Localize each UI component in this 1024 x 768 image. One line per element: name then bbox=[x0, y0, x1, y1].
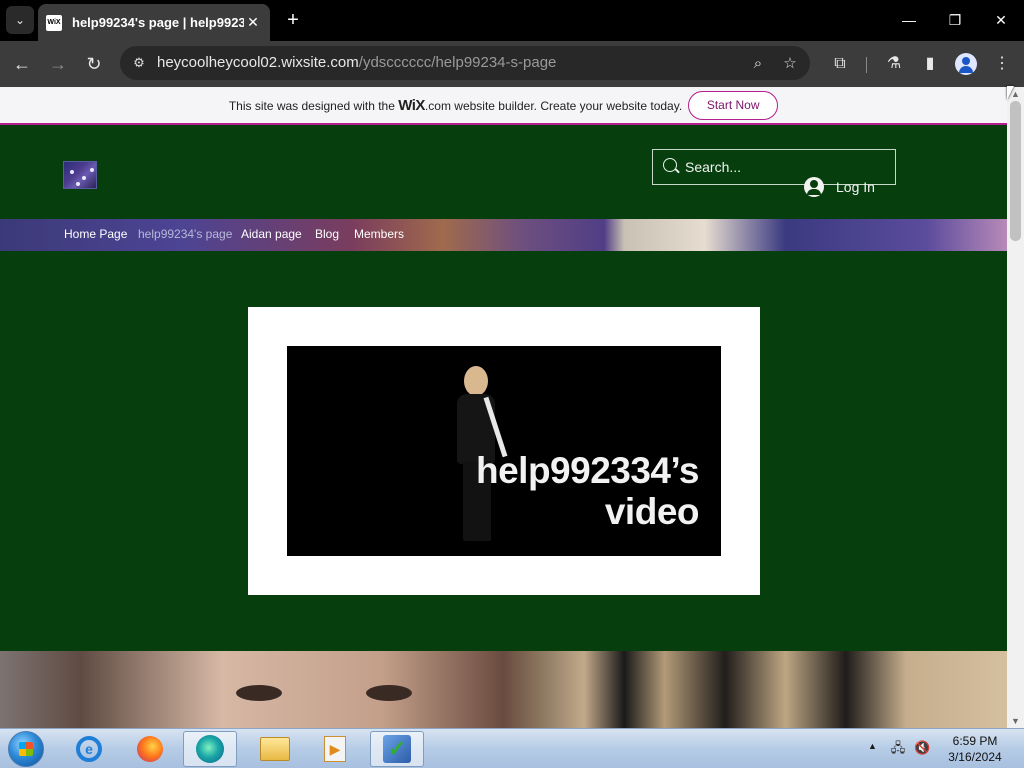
page-scrollbar[interactable]: ▲ ▼ bbox=[1007, 87, 1024, 728]
search-placeholder: Search... bbox=[685, 159, 742, 175]
start-now-button[interactable]: Start Now bbox=[688, 90, 779, 120]
address-bar[interactable]: ⚙ heycoolheycool02.wixsite.com/ydscccccc… bbox=[120, 46, 810, 80]
url-text[interactable]: heycoolheycool02.wixsite.com/ydscccccc/h… bbox=[157, 54, 556, 71]
clock-date: 3/16/2024 bbox=[948, 750, 1002, 764]
banner-text: This site was designed with the WiX.com … bbox=[229, 97, 682, 114]
nav-blog[interactable]: Blog bbox=[315, 227, 339, 241]
taskbar-edge[interactable] bbox=[183, 731, 237, 767]
maximize-button[interactable]: ❐ bbox=[940, 8, 970, 32]
tab-search-button[interactable]: ⌄ bbox=[6, 6, 34, 34]
star-icon[interactable]: ☆ bbox=[779, 53, 801, 75]
taskbar-file-explorer[interactable] bbox=[248, 731, 302, 767]
active-tab[interactable]: WiX help99234's page | help99233 ✕ bbox=[38, 4, 270, 41]
nav-aidan-page[interactable]: Aidan page bbox=[241, 227, 302, 241]
zoom-icon[interactable]: ⌕ bbox=[747, 53, 769, 75]
banner-text-before: This site was designed with the bbox=[228, 98, 399, 113]
media-player-icon: ▶ bbox=[324, 736, 346, 762]
logo-star bbox=[90, 168, 94, 172]
login-button[interactable]: Log In bbox=[804, 177, 875, 197]
wix-logo[interactable]: WiX bbox=[398, 97, 425, 114]
video-title-line1: help992334’s bbox=[475, 450, 700, 491]
scroll-down-arrow-icon[interactable]: ▼ bbox=[1011, 716, 1020, 726]
taskbar-checklist-app[interactable]: ✓ bbox=[370, 731, 424, 767]
video-player[interactable]: help992334’s video bbox=[287, 346, 721, 556]
logo-star bbox=[70, 170, 74, 174]
back-button[interactable]: ← bbox=[9, 51, 35, 77]
file-explorer-icon bbox=[260, 737, 290, 761]
forward-button[interactable]: → bbox=[45, 51, 71, 77]
photo-eye bbox=[366, 685, 412, 701]
start-button[interactable] bbox=[8, 731, 44, 767]
search-icon bbox=[663, 158, 677, 172]
person-head bbox=[464, 366, 488, 396]
network-icon[interactable]: 🖧 bbox=[890, 740, 906, 756]
mouse-cursor bbox=[1007, 86, 1014, 100]
site-logo[interactable] bbox=[63, 161, 97, 189]
site-header: Search... Log In bbox=[0, 127, 1007, 219]
photo-eye bbox=[236, 685, 282, 701]
edge-icon bbox=[196, 735, 224, 763]
site-nav-menu: Home Page help99234's page Aidan page Bl… bbox=[0, 219, 1007, 251]
page-viewport: This site was designed with the WiX.com … bbox=[0, 87, 1007, 728]
close-window-button[interactable]: ✕ bbox=[986, 8, 1016, 32]
wix-ad-banner: This site was designed with the WiX.com … bbox=[0, 87, 1007, 125]
internet-explorer-icon: e bbox=[76, 736, 102, 762]
video-frame: help992334’s video bbox=[248, 307, 760, 595]
extensions-icon[interactable]: ⧉ bbox=[827, 51, 853, 77]
labs-icon[interactable]: ⚗ bbox=[881, 51, 907, 77]
nav-members[interactable]: Members bbox=[354, 227, 404, 241]
profile-icon[interactable] bbox=[955, 53, 977, 75]
login-label: Log In bbox=[836, 179, 875, 195]
wix-favicon-icon: WiX bbox=[46, 14, 62, 31]
video-title: help992334’s video bbox=[475, 450, 700, 532]
checklist-app-icon: ✓ bbox=[383, 735, 411, 763]
tab-title: help99234's page | help99233 bbox=[72, 15, 244, 30]
site-info-icon[interactable]: ⚙ bbox=[130, 54, 148, 72]
show-hidden-icons-icon[interactable]: ▲ bbox=[868, 741, 877, 751]
minimize-button[interactable]: — bbox=[894, 8, 924, 32]
logo-star bbox=[76, 182, 80, 186]
taskbar-internet-explorer[interactable]: e bbox=[62, 731, 116, 767]
video-title-line2: video bbox=[604, 491, 700, 532]
user-avatar-icon bbox=[804, 177, 824, 197]
windows-taskbar: e ▶ ✓ ▲ 🖧 🔇 6:59 PM 3/16/2024 bbox=[0, 728, 1024, 768]
sidepanel-icon[interactable]: ▮ bbox=[917, 51, 943, 77]
url-path: /ydscccccc/help99234-s-page bbox=[358, 54, 557, 71]
browser-tab-bar: ⌄ WiX help99234's page | help99233 ✕ + —… bbox=[0, 0, 1024, 41]
toolbar-divider bbox=[866, 57, 867, 73]
taskbar-media-player[interactable]: ▶ bbox=[308, 731, 362, 767]
system-clock[interactable]: 6:59 PM 3/16/2024 bbox=[940, 733, 1010, 765]
photo-strip bbox=[0, 651, 1007, 728]
reload-button[interactable]: ↻ bbox=[81, 51, 107, 77]
firefox-icon bbox=[137, 736, 163, 762]
nav-help99234-page[interactable]: help99234's page bbox=[138, 227, 232, 241]
new-tab-button[interactable]: + bbox=[282, 8, 304, 32]
url-host: heycoolheycool02.wixsite.com bbox=[157, 54, 359, 71]
tab-close-icon[interactable]: ✕ bbox=[244, 14, 262, 31]
nav-home-page[interactable]: Home Page bbox=[64, 227, 127, 241]
banner-text-after: .com website builder. Create your websit… bbox=[424, 98, 683, 113]
volume-muted-icon[interactable]: 🔇 bbox=[914, 740, 930, 756]
menu-icon[interactable]: ⋮ bbox=[989, 51, 1015, 77]
taskbar-firefox[interactable] bbox=[123, 731, 177, 767]
browser-toolbar: ← → ↻ ⚙ heycoolheycool02.wixsite.com/yds… bbox=[0, 41, 1024, 87]
clock-time: 6:59 PM bbox=[952, 734, 998, 748]
scroll-thumb[interactable] bbox=[1010, 101, 1021, 241]
logo-star bbox=[82, 176, 86, 180]
